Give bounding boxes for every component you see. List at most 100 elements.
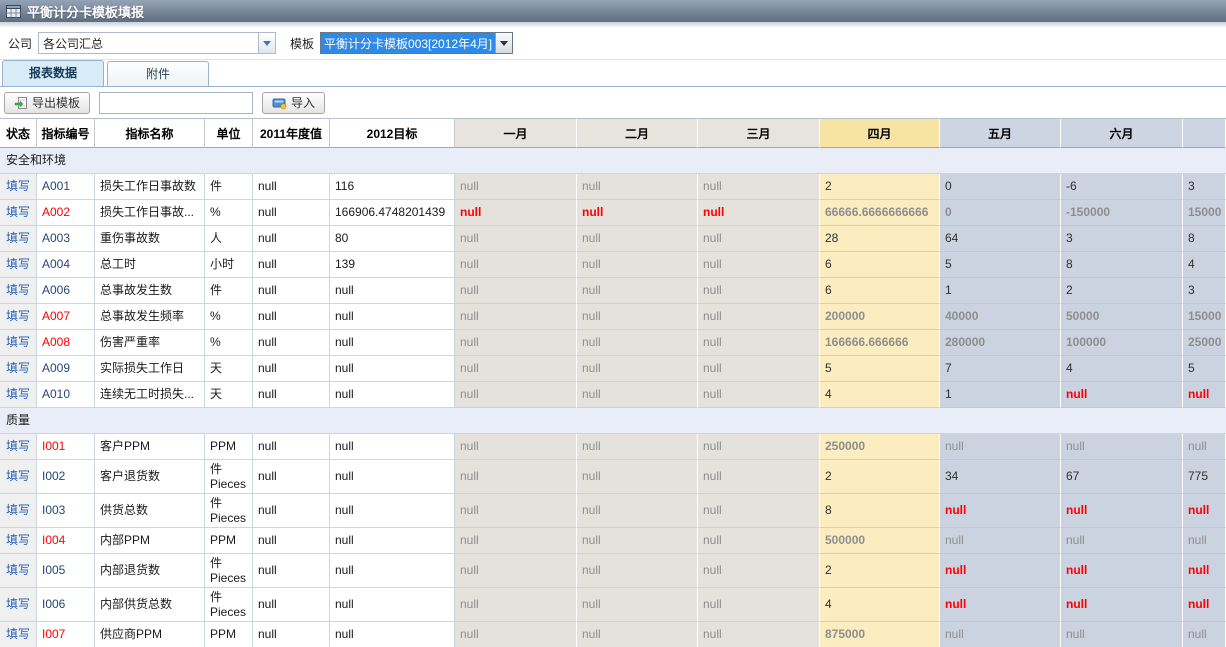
fill-link[interactable]: 填写: [6, 533, 30, 547]
month-value-cell: null: [455, 460, 577, 494]
month-value-cell: null: [940, 588, 1061, 622]
fill-link[interactable]: 填写: [6, 387, 30, 401]
month-value-cell: null: [455, 200, 577, 226]
month-value-cell: 166666.666666: [820, 330, 940, 356]
fill-link[interactable]: 填写: [6, 439, 30, 453]
indicator-code: I007: [37, 622, 95, 647]
indicator-code: I006: [37, 588, 95, 622]
month-value-cell: 64: [940, 226, 1061, 252]
fill-link[interactable]: 填写: [6, 283, 30, 297]
month-value-cell: 8: [820, 494, 940, 528]
table-row: 填写I003供货总数件 Piecesnullnullnullnullnull8n…: [0, 494, 1226, 528]
month-value-cell: -6: [1061, 174, 1183, 200]
company-combo[interactable]: [38, 32, 276, 54]
fill-link[interactable]: 填写: [6, 597, 30, 611]
month-value-cell: 2: [820, 554, 940, 588]
month-value-cell: null: [1061, 528, 1183, 554]
fill-link[interactable]: 填写: [6, 309, 30, 323]
unit-cell: PPM: [205, 622, 253, 647]
company-input[interactable]: [38, 32, 258, 54]
unit-cell: 小时: [205, 252, 253, 278]
month-value-cell: null: [577, 622, 698, 647]
fill-link[interactable]: 填写: [6, 627, 30, 641]
indicator-name: 内部供货总数: [95, 588, 205, 622]
fill-link[interactable]: 填写: [6, 205, 30, 219]
month-value-cell: null: [1183, 554, 1226, 588]
template-select[interactable]: 平衡计分卡模板003[2012年4月]: [320, 32, 513, 54]
import-file-input[interactable]: [99, 92, 253, 114]
status-cell: 填写: [0, 356, 37, 382]
indicator-name: 总工时: [95, 252, 205, 278]
month-value-cell: null: [455, 528, 577, 554]
value-2011-cell: null: [253, 330, 330, 356]
tab-attachments[interactable]: 附件: [107, 61, 209, 86]
fill-link[interactable]: 填写: [6, 503, 30, 517]
month-value-cell: null: [455, 382, 577, 408]
month-value-cell: 100000: [1061, 330, 1183, 356]
indicator-code: A004: [37, 252, 95, 278]
status-cell: 填写: [0, 622, 37, 647]
month-value-cell: null: [1183, 622, 1226, 647]
month-value-cell: 4: [820, 588, 940, 622]
fill-link[interactable]: 填写: [6, 231, 30, 245]
month-value-cell: null: [455, 554, 577, 588]
unit-cell: PPM: [205, 434, 253, 460]
month-value-cell: null: [1183, 382, 1226, 408]
month-value-cell: 0: [940, 200, 1061, 226]
month-value-cell: -150000: [1061, 200, 1183, 226]
indicator-name: 内部PPM: [95, 528, 205, 554]
unit-cell: %: [205, 200, 253, 226]
month-value-cell: 2: [820, 460, 940, 494]
fill-link[interactable]: 填写: [6, 335, 30, 349]
month-value-cell: null: [698, 356, 820, 382]
month-value-cell: null: [577, 494, 698, 528]
fill-link[interactable]: 填写: [6, 257, 30, 271]
month-value-cell: null: [1183, 434, 1226, 460]
unit-cell: %: [205, 304, 253, 330]
unit-cell: 件 Pieces: [205, 554, 253, 588]
unit-cell: 件 Pieces: [205, 460, 253, 494]
indicator-name: 供货总数: [95, 494, 205, 528]
month-value-cell: 4: [1183, 252, 1226, 278]
company-label: 公司: [8, 35, 32, 52]
table-row: 填写I001客户PPMPPMnullnullnullnullnull250000…: [0, 434, 1226, 460]
indicator-name: 总事故发生频率: [95, 304, 205, 330]
month-value-cell: 200000: [820, 304, 940, 330]
month-value-cell: null: [1061, 382, 1183, 408]
fill-link[interactable]: 填写: [6, 361, 30, 375]
unit-cell: 天: [205, 382, 253, 408]
company-dropdown-trigger[interactable]: [258, 32, 276, 54]
grid-header-row: 状态 指标编号 指标名称 单位 2011年度值 2012目标 一月二月三月四月五…: [0, 119, 1226, 148]
month-value-cell: null: [455, 304, 577, 330]
unit-cell: %: [205, 330, 253, 356]
fill-link[interactable]: 填写: [6, 179, 30, 193]
month-value-cell: null: [698, 528, 820, 554]
indicator-name: 实际损失工作日: [95, 356, 205, 382]
export-template-button[interactable]: 导出模板: [4, 92, 90, 114]
table-row: 填写A003重伤事故数人null80nullnullnull286438: [0, 226, 1226, 252]
month-value-cell: 1: [940, 278, 1061, 304]
fill-link[interactable]: 填写: [6, 563, 30, 577]
month-value-cell: 500000: [820, 528, 940, 554]
month-value-cell: null: [455, 622, 577, 647]
indicator-code: A002: [37, 200, 95, 226]
target-2012-cell: null: [330, 278, 455, 304]
import-button[interactable]: 导入: [262, 92, 325, 114]
month-value-cell: null: [577, 356, 698, 382]
month-value-cell: 67: [1061, 460, 1183, 494]
header-indicator-code: 指标编号: [37, 119, 95, 148]
header-2011-value: 2011年度值: [253, 119, 330, 148]
fill-link[interactable]: 填写: [6, 469, 30, 483]
table-row: 填写A004总工时小时null139nullnullnull6584: [0, 252, 1226, 278]
scorecard-grid: 状态 指标编号 指标名称 单位 2011年度值 2012目标 一月二月三月四月五…: [0, 118, 1226, 647]
header-month-3: 三月: [698, 119, 820, 148]
template-dropdown-trigger[interactable]: [495, 33, 512, 53]
value-2011-cell: null: [253, 304, 330, 330]
section-header-row: 安全和环境: [0, 148, 1226, 174]
indicator-code: A009: [37, 356, 95, 382]
month-value-cell: 3: [1061, 226, 1183, 252]
month-value-cell: null: [577, 382, 698, 408]
tab-report-data[interactable]: 报表数据: [2, 60, 104, 86]
month-value-cell: null: [577, 226, 698, 252]
status-cell: 填写: [0, 278, 37, 304]
